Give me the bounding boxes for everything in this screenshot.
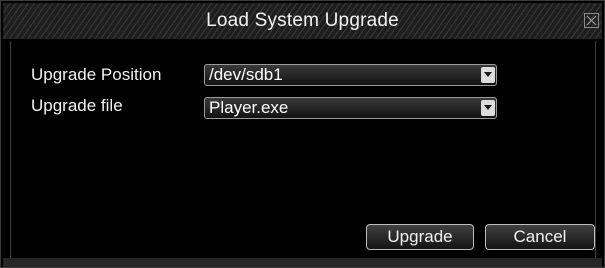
chevron-down-icon [484, 105, 492, 110]
upgrade-file-label: Upgrade file [31, 96, 123, 115]
upgrade-file-select[interactable]: Player.exe [204, 97, 497, 119]
upgrade-position-dropdown-button[interactable] [481, 67, 495, 83]
cancel-button[interactable]: Cancel [485, 224, 595, 250]
upgrade-position-label: Upgrade Position [31, 65, 162, 84]
close-icon [586, 15, 597, 26]
upgrade-file-dropdown-button[interactable] [481, 100, 495, 116]
title-bar[interactable]: Load System Upgrade [3, 3, 602, 39]
upgrade-file-value: Player.exe [209, 98, 289, 117]
upgrade-position-value: /dev/sdb1 [209, 65, 283, 84]
close-button[interactable] [584, 13, 599, 28]
load-system-upgrade-dialog: Load System Upgrade Upgrade Position /de… [0, 0, 605, 268]
chevron-down-icon [484, 72, 492, 77]
dialog-title: Load System Upgrade [206, 10, 399, 31]
upgrade-button[interactable]: Upgrade [366, 224, 474, 250]
upgrade-position-select[interactable]: /dev/sdb1 [204, 64, 497, 86]
bottom-bar [3, 258, 602, 267]
